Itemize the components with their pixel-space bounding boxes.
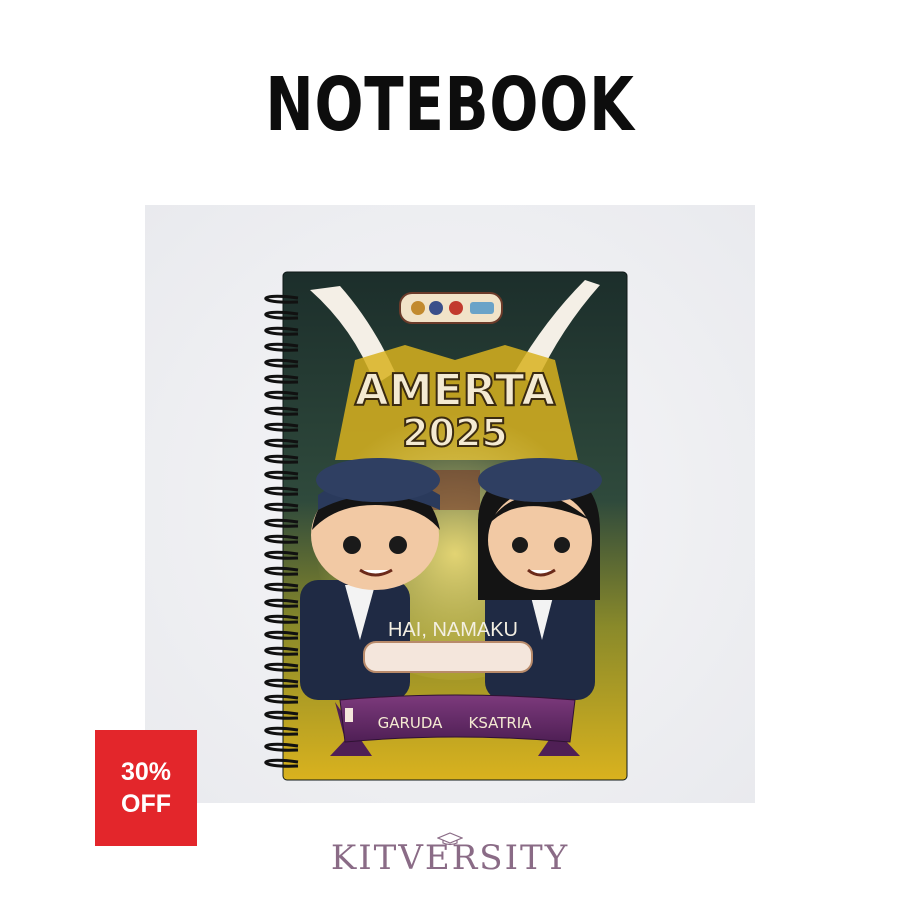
graduation-cap-icon — [437, 832, 463, 846]
brand-logo: KITVERSITY — [0, 832, 900, 878]
discount-percent: 30% — [120, 758, 172, 786]
logo-icon — [449, 301, 463, 315]
name-prompt-label: HAI, NAMAKU — [388, 619, 518, 641]
logo-icon — [429, 301, 443, 315]
banner-text-right: KSATRIA — [468, 714, 532, 732]
discount-badge: 30% OFF — [95, 730, 197, 846]
discount-off-label: OFF — [121, 790, 171, 818]
name-field — [363, 641, 533, 673]
cover-title-amerta: AMERTA — [355, 365, 555, 416]
logo-icon — [411, 301, 425, 315]
cover-title-year: 2025 — [402, 411, 508, 455]
logo-icon — [470, 302, 494, 314]
banner-text-left: GARUDA — [378, 714, 444, 732]
